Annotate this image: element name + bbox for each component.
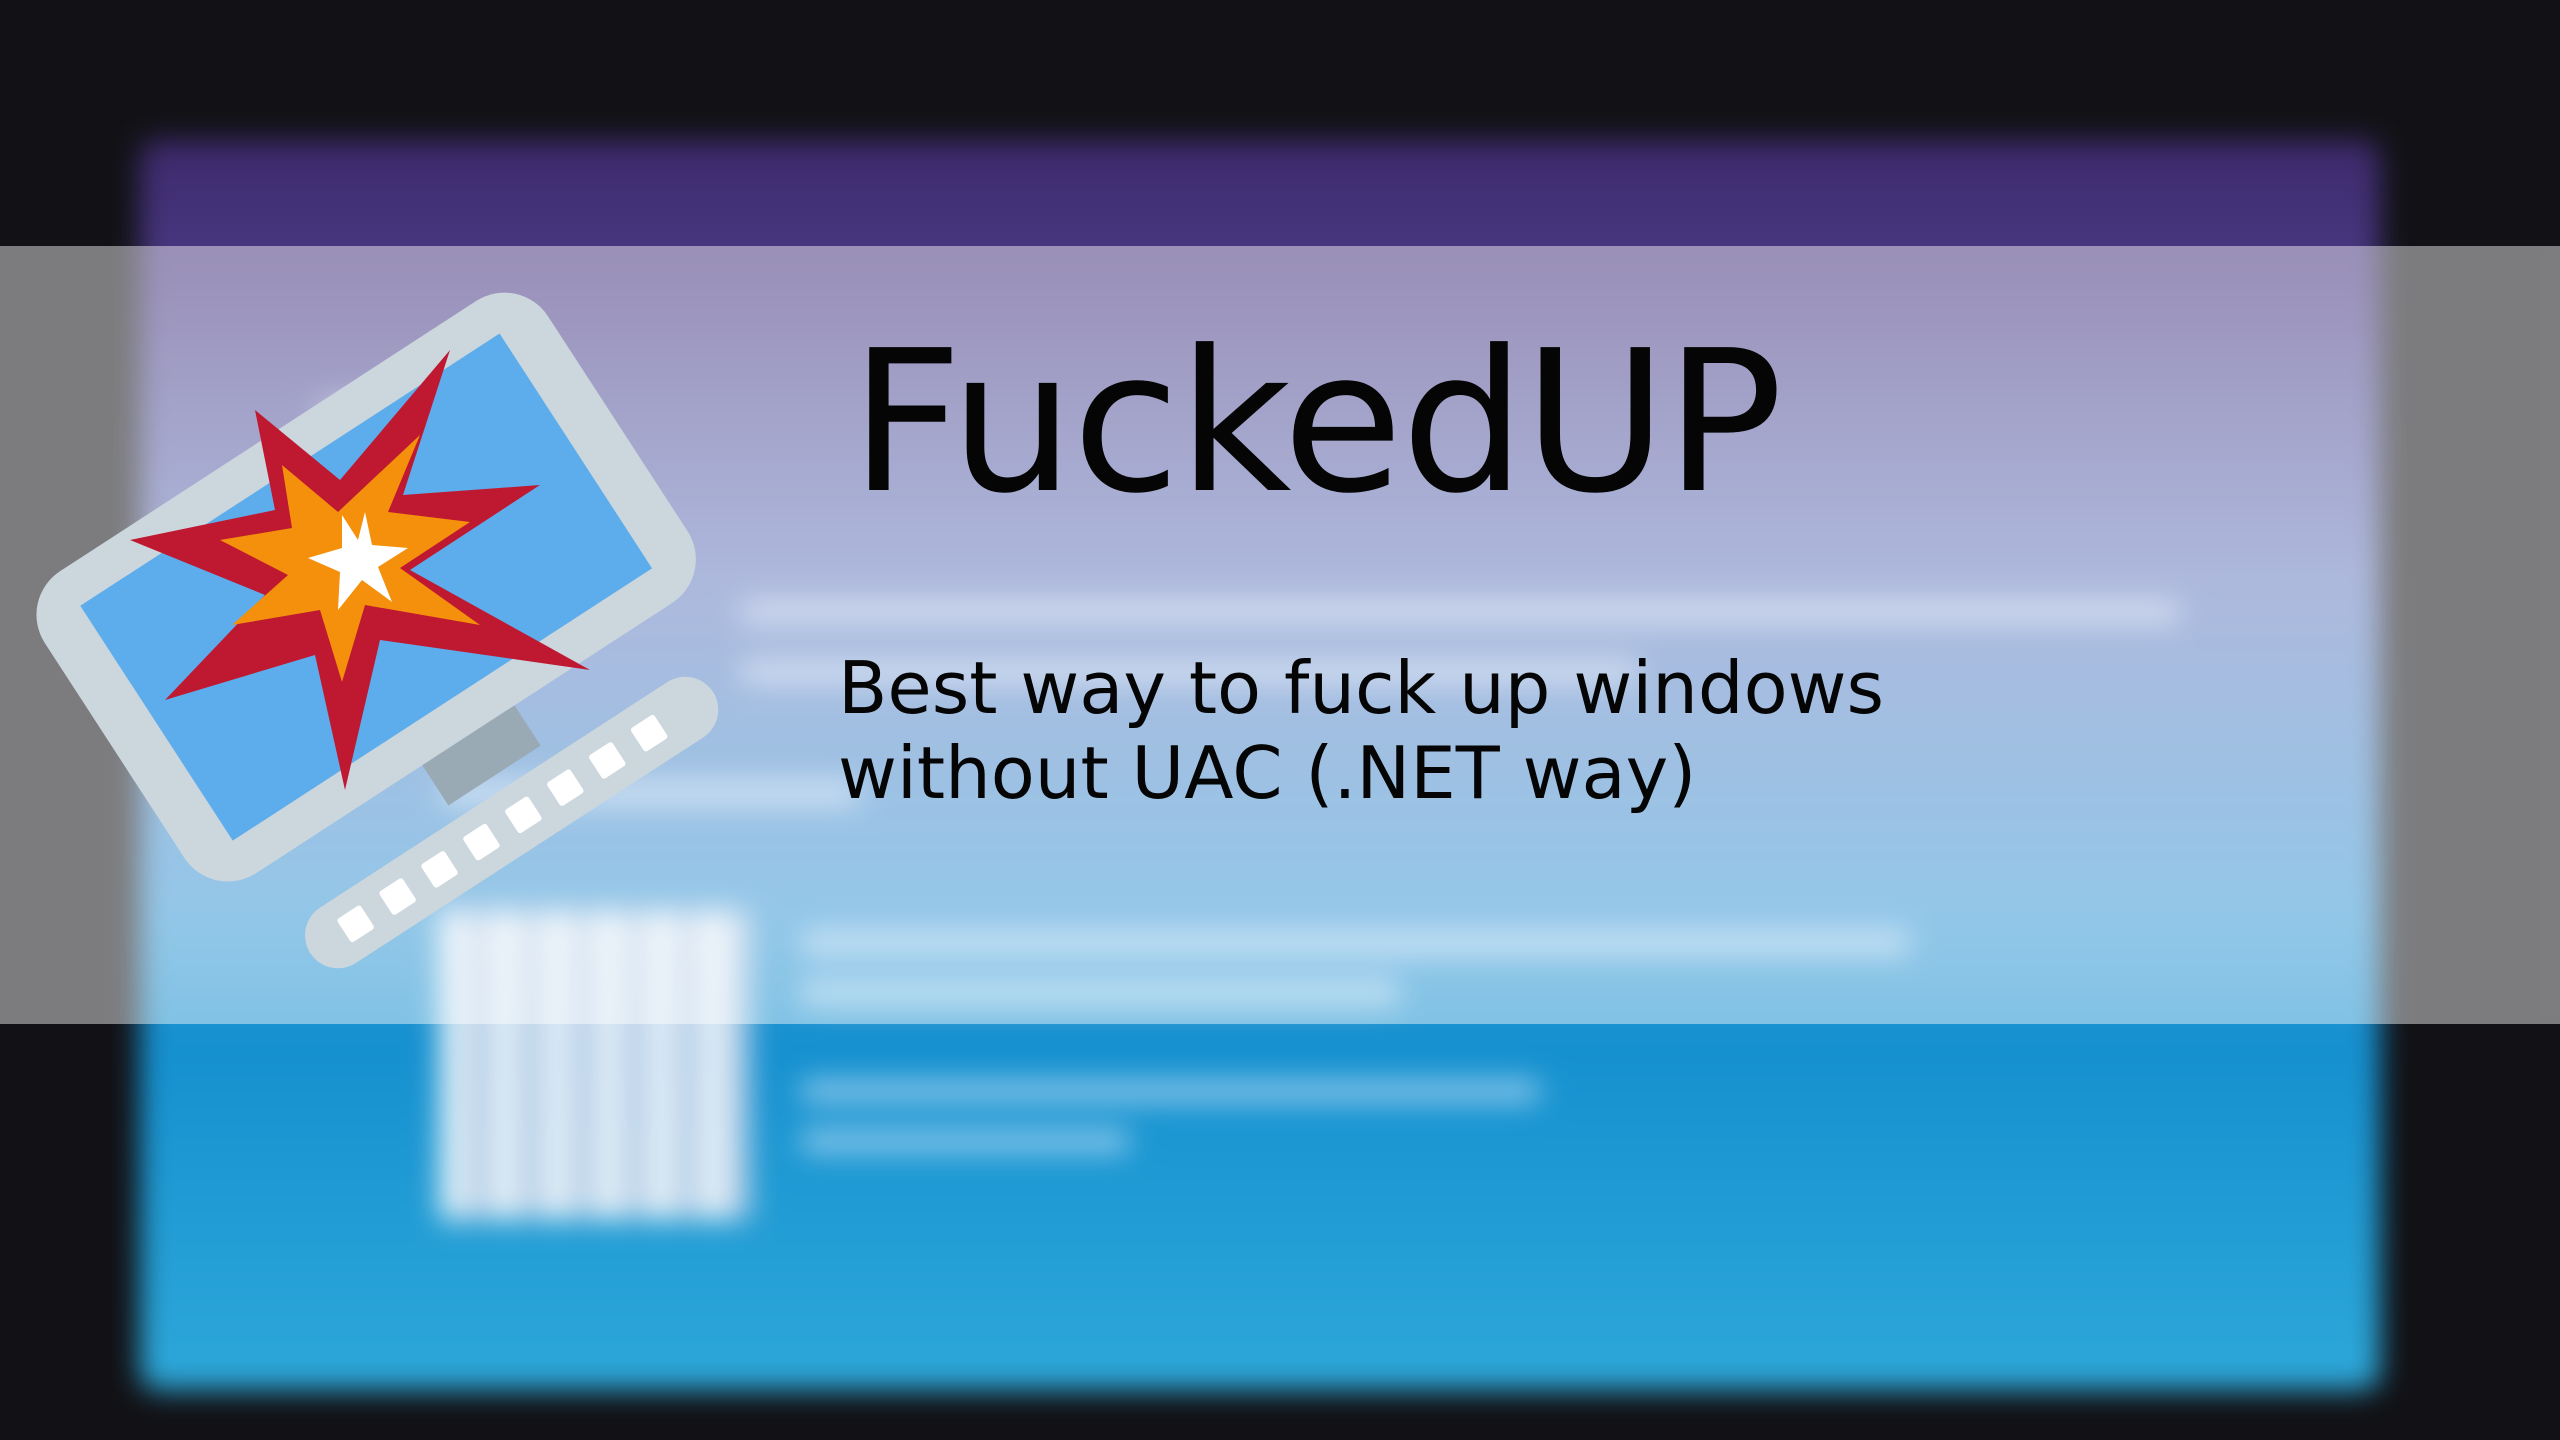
exploding-computer-icon (36, 292, 719, 969)
subtitle: Best way to fuck up windows without UAC … (838, 646, 1885, 815)
cover-image: FuckedUP Best way to fuck up windows wit… (0, 0, 2560, 1440)
page-title: FuckedUP (850, 309, 1783, 537)
